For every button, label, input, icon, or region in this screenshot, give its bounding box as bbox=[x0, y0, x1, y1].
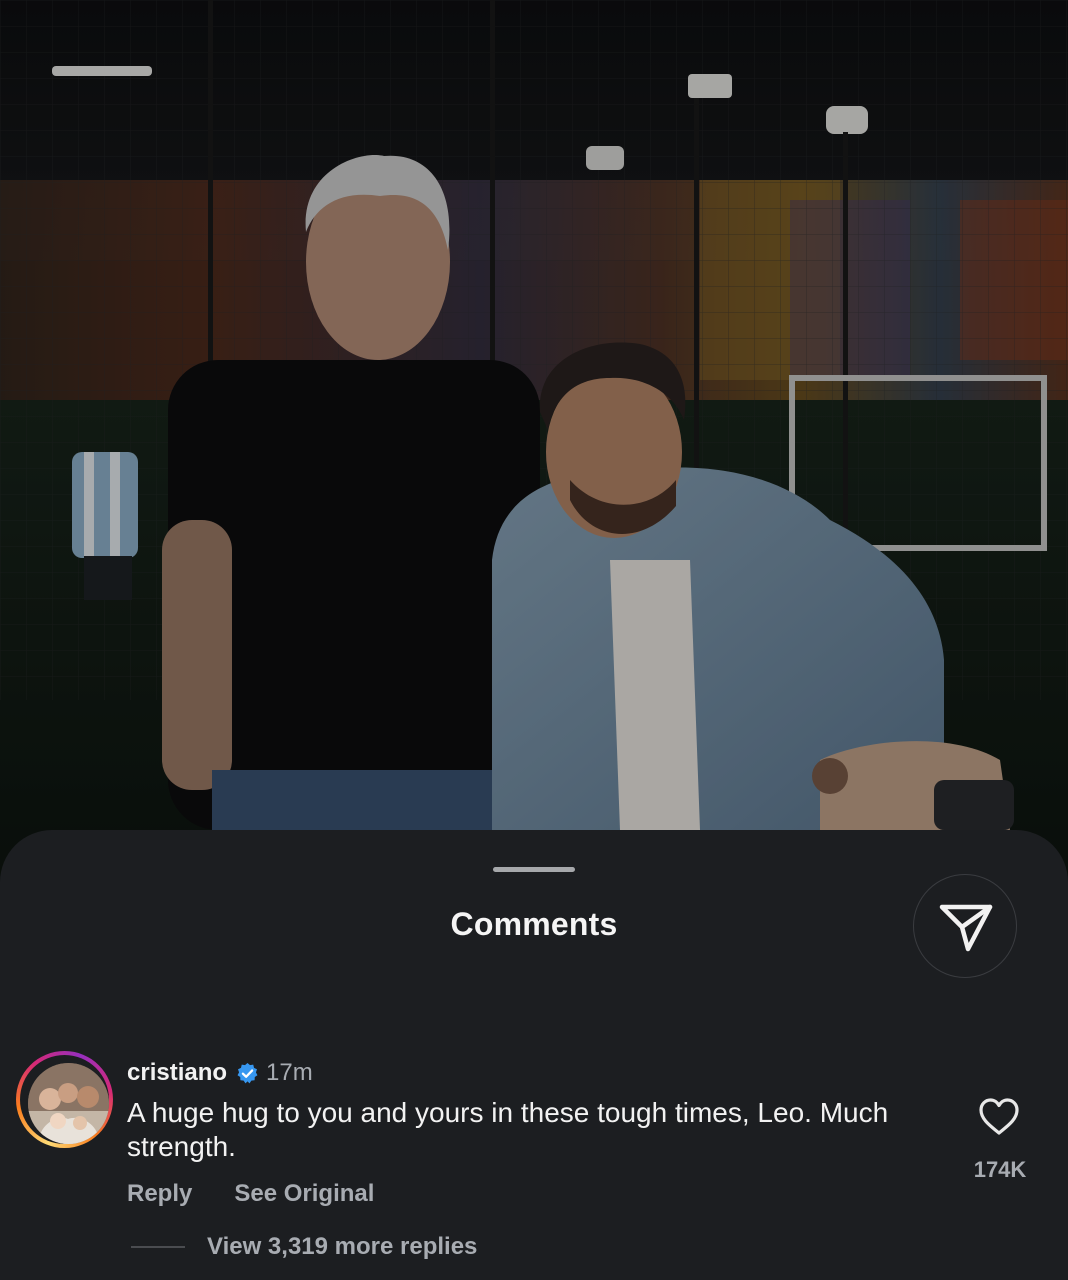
sheet-grabber[interactable] bbox=[493, 867, 575, 872]
reply-button[interactable]: Reply bbox=[127, 1180, 192, 1208]
like-button[interactable] bbox=[978, 1097, 1020, 1137]
comments-sheet: Comments cristiano 17m A huge hug to you… bbox=[0, 830, 1068, 1280]
see-original-button[interactable]: See Original bbox=[234, 1180, 374, 1208]
comment-header: cristiano 17m bbox=[127, 1058, 313, 1088]
post-photo bbox=[0, 0, 1068, 900]
sheet-title: Comments bbox=[450, 906, 618, 942]
comment-body: A huge hug to you and yours in these tou… bbox=[127, 1097, 889, 1162]
send-icon bbox=[939, 904, 993, 952]
instagram-comments-screen: Comments cristiano 17m A huge hug to you… bbox=[0, 0, 1068, 1280]
like-count: 174K bbox=[973, 1157, 1027, 1182]
verified-badge-icon bbox=[236, 1062, 259, 1085]
view-replies-button[interactable]: View 3,319 more replies bbox=[207, 1233, 477, 1261]
comment-timestamp: 17m bbox=[266, 1059, 313, 1086]
replies-divider bbox=[131, 1246, 185, 1248]
share-button[interactable] bbox=[913, 874, 1017, 978]
comment-username[interactable]: cristiano bbox=[127, 1059, 227, 1087]
heart-icon bbox=[979, 1098, 1019, 1135]
comment-actions: Reply See Original bbox=[127, 1180, 374, 1208]
avatar-story-ring[interactable] bbox=[16, 1051, 113, 1148]
avatar[interactable] bbox=[28, 1063, 109, 1144]
